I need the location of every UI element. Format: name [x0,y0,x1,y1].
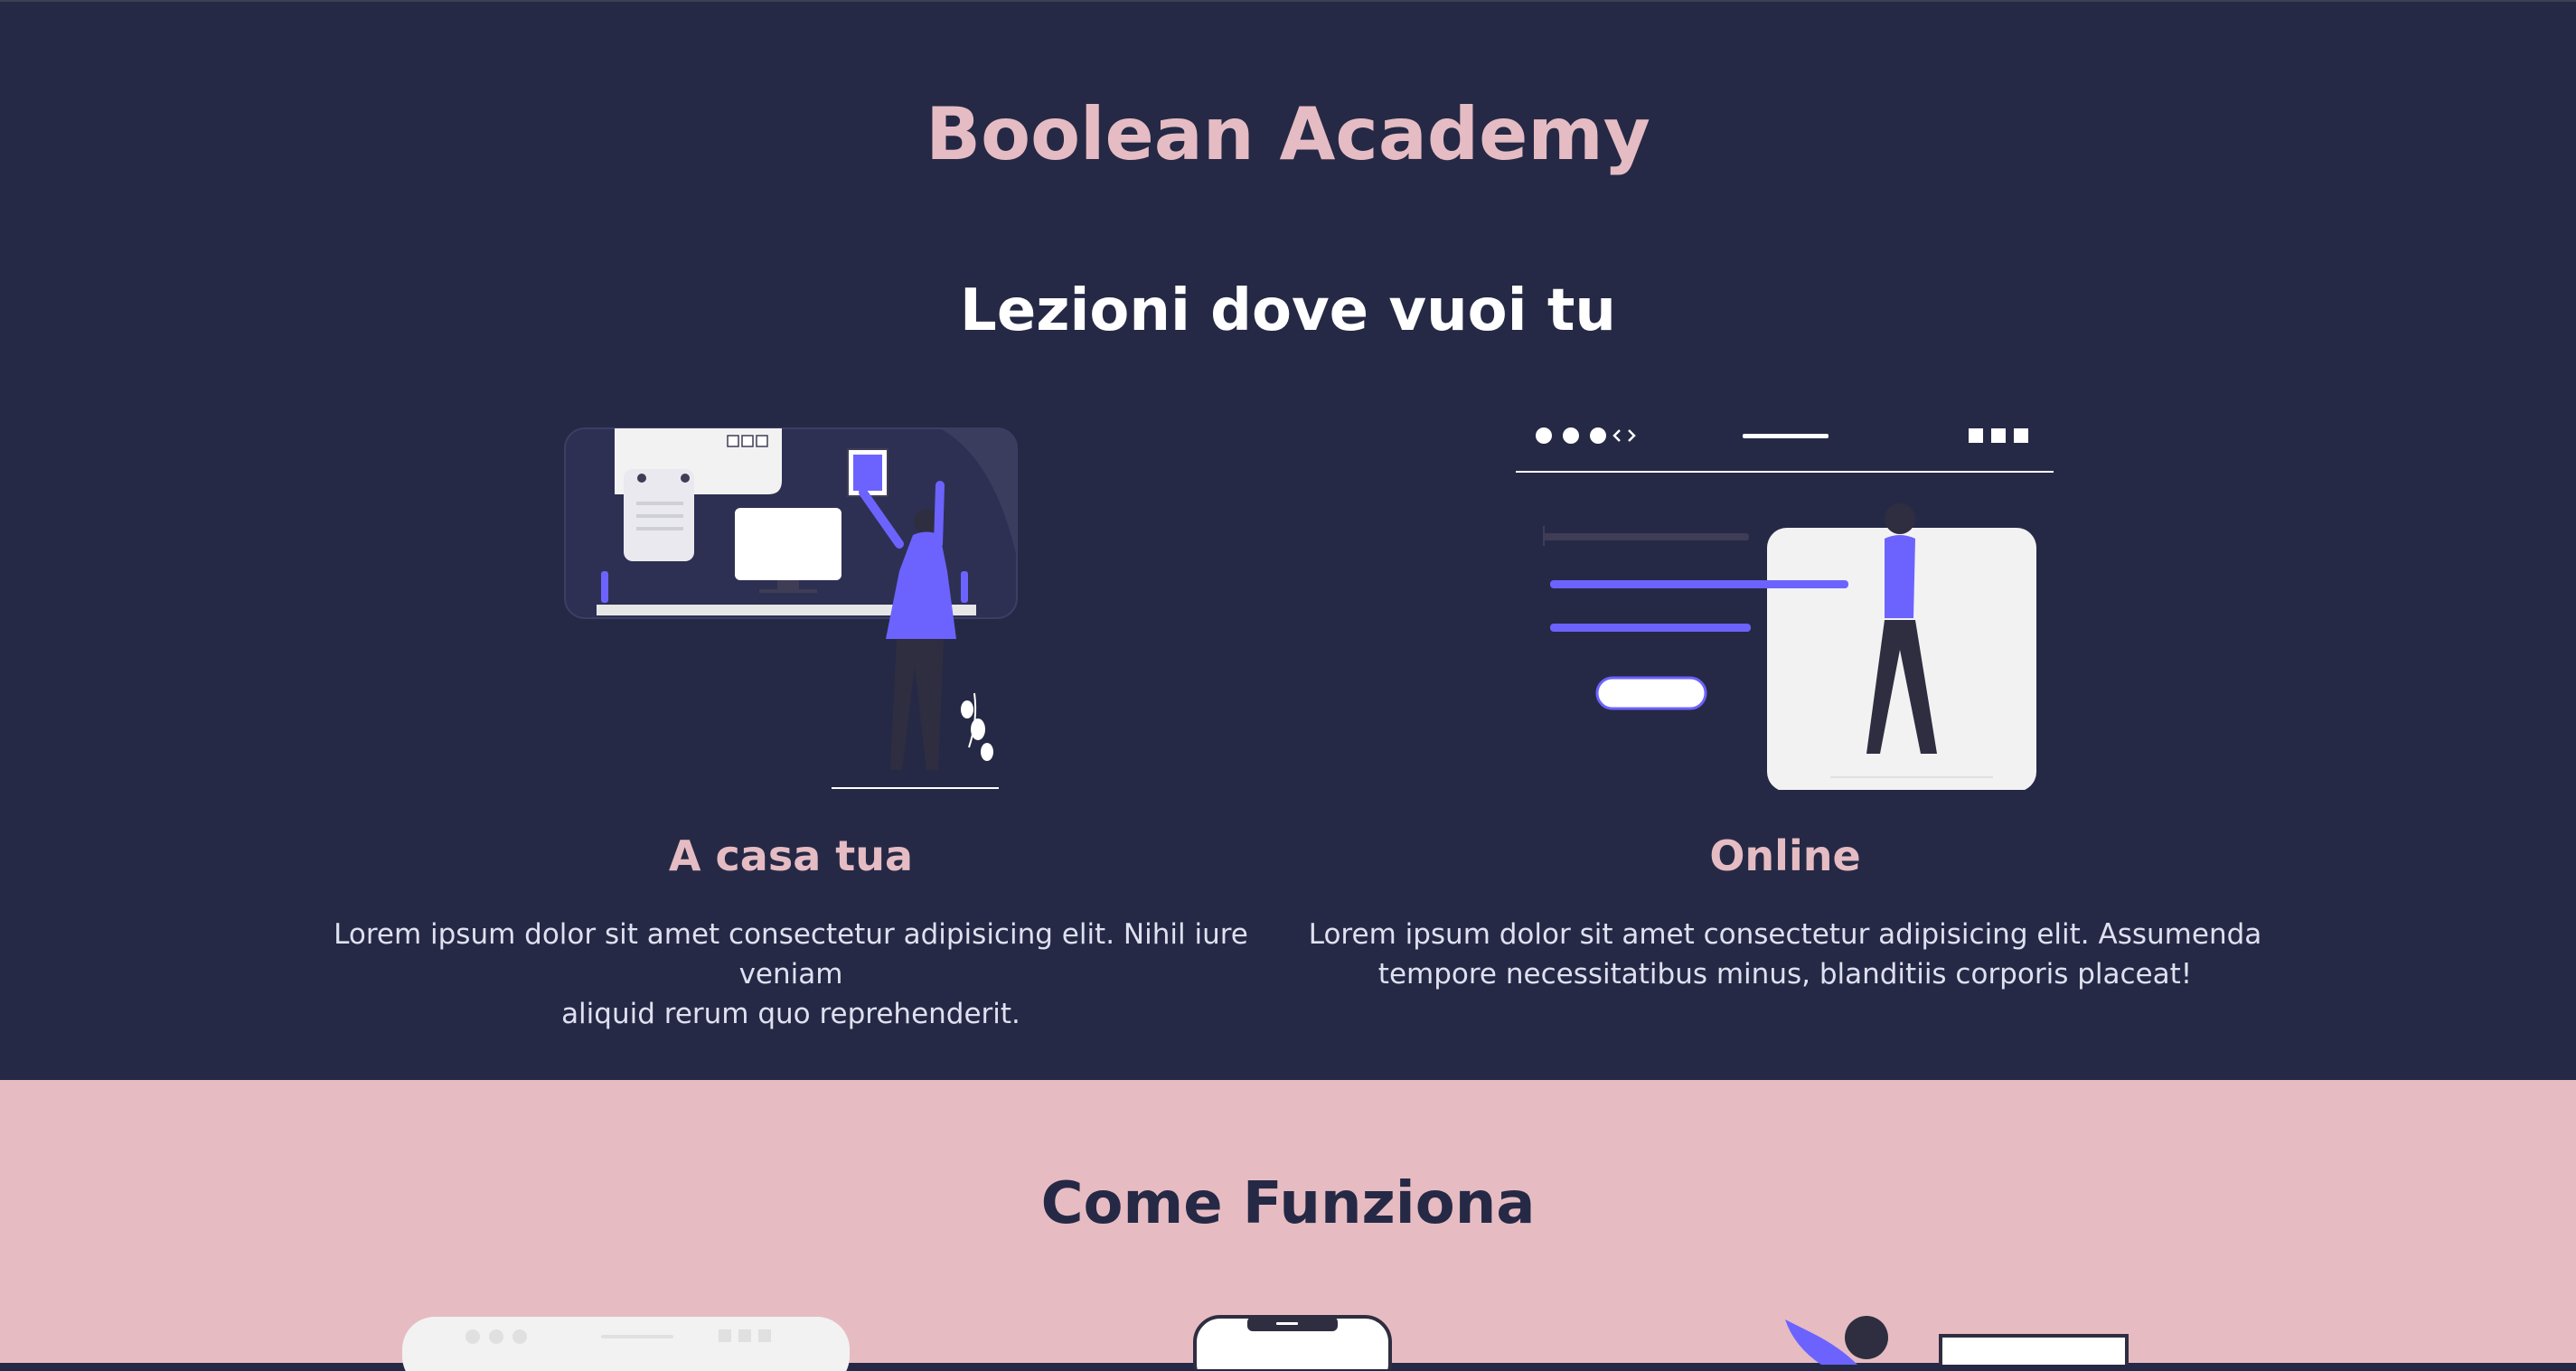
card-text-home: Lorem ipsum dolor sit amet consectetur a… [294,915,1288,1034]
card-title-home: A casa tua [668,831,914,880]
home-study-illustration [564,427,1018,789]
how-it-works-section: Come Funziona [0,1080,2576,1371]
lessons-section-title: Lezioni dove vuoi tu [960,277,1616,344]
card-title-online: Online [1709,831,1861,880]
phone-illustration [1193,1315,1392,1369]
online-study-illustration [1516,427,2054,790]
card-text-home-line1: Lorem ipsum dolor sit amet consectetur a… [334,918,1248,991]
browser-window-illustration [402,1317,850,1371]
hero-section: Boolean Academy Lezioni dove vuoi tu A c… [0,0,2576,1080]
card-text-online-line2: tempore necessitatibus minus, blanditiis… [1377,958,2193,991]
card-text-online-line1: Lorem ipsum dolor sit amet consectetur a… [1308,918,2262,951]
person-laptop-illustration [1785,1316,2129,1365]
how-it-works-title: Come Funziona [1040,1170,1536,1237]
card-text-home-line2: aliquid rerum quo reprehenderit. [561,998,1020,1030]
brand-title: Boolean Academy [926,92,1650,176]
card-text-online: Lorem ipsum dolor sit amet consectetur a… [1288,915,2282,994]
